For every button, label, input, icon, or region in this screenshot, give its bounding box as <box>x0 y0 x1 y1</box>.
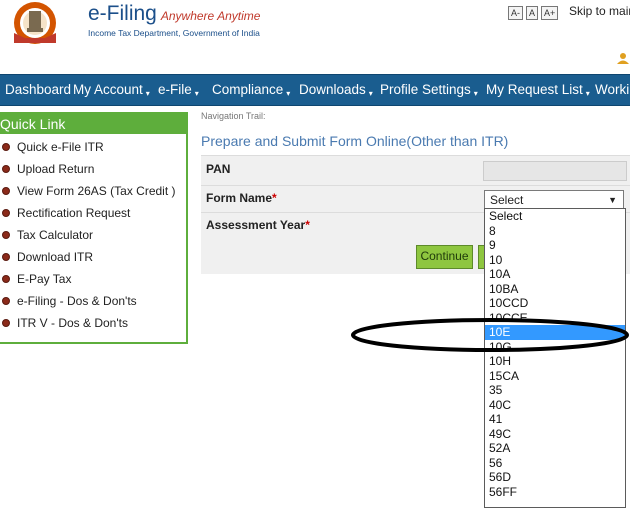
bullet-icon <box>2 186 10 195</box>
quick-link-item[interactable]: E-Pay Tax <box>0 272 71 292</box>
dropdown-option[interactable]: Select <box>485 209 625 224</box>
form-name-label: Form Name* <box>206 191 277 205</box>
quick-link-label: e-Filing - Dos & Don'ts <box>17 294 137 308</box>
pan-field <box>483 161 627 181</box>
nav-downloads[interactable]: Downloads ▾ <box>299 75 373 105</box>
nav-my-account-label: My Account <box>73 82 143 97</box>
bullet-icon <box>2 230 10 239</box>
quick-link-label: View Form 26AS (Tax Credit ) <box>17 184 176 198</box>
dropdown-option[interactable]: 10CCD <box>485 296 625 311</box>
required-marker: * <box>272 191 277 205</box>
nav-dashboard[interactable]: Dashboard <box>5 75 71 105</box>
user-icon[interactable] <box>617 52 629 64</box>
quick-link-item[interactable]: View Form 26AS (Tax Credit ) <box>0 184 176 204</box>
dropdown-option[interactable]: 56D <box>485 470 625 485</box>
quick-link-title: Quick Link <box>0 114 186 134</box>
dropdown-option[interactable]: 56FF <box>485 485 625 500</box>
brand-tagline: Anywhere Anytime <box>160 9 261 23</box>
quick-link-panel: Quick Link Quick e-File ITR Upload Retur… <box>0 112 188 344</box>
quick-link-item[interactable]: e-Filing - Dos & Don'ts <box>0 294 137 314</box>
nav-compliance-label: Compliance <box>212 82 284 97</box>
nav-profile-settings[interactable]: Profile Settings ▾ <box>380 75 478 105</box>
caret-down-icon: ▾ <box>286 89 291 98</box>
income-tax-department-emblem-logo <box>14 2 56 44</box>
quick-link-label: Upload Return <box>17 162 95 176</box>
quick-link-label: Tax Calculator <box>17 228 94 242</box>
nav-dashboard-label: Dashboard <box>5 82 72 97</box>
assessment-year-label-text: Assessment Year <box>206 218 306 232</box>
quick-link-item[interactable]: Upload Return <box>0 162 94 182</box>
continue-button[interactable]: Continue <box>416 245 473 269</box>
dropdown-option[interactable]: 41 <box>485 412 625 427</box>
assessment-year-label: Assessment Year* <box>206 218 310 232</box>
form-name-label-text: Form Name <box>206 191 273 205</box>
brand-title: e-Filing <box>88 2 157 25</box>
dropdown-option[interactable]: 56 <box>485 456 625 471</box>
required-marker: * <box>305 218 310 232</box>
quick-link-item[interactable]: Tax Calculator <box>0 228 93 248</box>
dropdown-option[interactable]: 35 <box>485 383 625 398</box>
nav-downloads-label: Downloads <box>299 82 366 97</box>
quick-link-item[interactable]: Rectification Request <box>0 206 130 226</box>
nav-profile-settings-label: Profile Settings <box>380 82 471 97</box>
bullet-icon <box>2 142 10 151</box>
bullet-icon <box>2 274 10 283</box>
nav-compliance[interactable]: Compliance ▾ <box>212 75 290 105</box>
caret-down-icon: ▾ <box>368 89 373 98</box>
brand-subtitle: Income Tax Department, Government of Ind… <box>88 28 260 38</box>
bullet-icon <box>2 318 10 327</box>
caret-down-icon: ▾ <box>194 89 199 98</box>
nav-worklist-label: Worki <box>595 82 630 97</box>
form-name-dropdown-list: Select 8 9 10 10A 10BA 10CCD 10CCE 10E 1… <box>484 208 626 508</box>
dropdown-option[interactable]: 8 <box>485 224 625 239</box>
pan-label: PAN <box>206 162 231 176</box>
nav-my-account[interactable]: My Account ▾ <box>73 75 150 105</box>
caret-down-icon: ▾ <box>585 89 590 98</box>
nav-worklist[interactable]: Worki <box>595 75 629 105</box>
quick-link-item[interactable]: Download ITR <box>0 250 93 270</box>
nav-e-file-label: e-File <box>158 82 192 97</box>
bullet-icon <box>2 208 10 217</box>
page-title: Prepare and Submit Form Online(Other tha… <box>201 133 509 149</box>
font-increase-button[interactable]: A+ <box>541 6 559 20</box>
form-name-select[interactable]: Select ▼ <box>484 190 624 210</box>
dropdown-option[interactable]: 9 <box>485 238 625 253</box>
caret-down-icon: ▾ <box>473 89 478 98</box>
dropdown-option[interactable]: 10BA <box>485 282 625 297</box>
form-name-select-value: Select <box>490 193 524 207</box>
brand: e-Filing Anywhere Anytime <box>88 2 260 26</box>
main-navigation-bar: Dashboard My Account ▾ e-File ▾ Compliance… <box>0 74 630 106</box>
dropdown-option[interactable]: 49C <box>485 427 625 442</box>
navigation-trail: Navigation Trail: <box>201 111 266 121</box>
font-decrease-button[interactable]: A- <box>508 6 523 20</box>
quick-link-label: Rectification Request <box>17 206 131 220</box>
dropdown-option[interactable]: 15CA <box>485 369 625 384</box>
font-size-controls: A- A A+ <box>508 6 559 20</box>
dropdown-option[interactable]: 52A <box>485 441 625 456</box>
nav-my-request-list-label: My Request List <box>486 82 583 97</box>
dropdown-option[interactable]: 10 <box>485 253 625 268</box>
dropdown-arrow-icon: ▼ <box>608 195 617 205</box>
quick-link-label: ITR V - Dos & Don'ts <box>17 316 128 330</box>
quick-link-label: Download ITR <box>17 250 94 264</box>
bullet-icon <box>2 296 10 305</box>
quick-link-label: E-Pay Tax <box>17 272 72 286</box>
caret-down-icon: ▾ <box>145 89 150 98</box>
dropdown-option[interactable]: 40C <box>485 398 625 413</box>
nav-my-request-list[interactable]: My Request List ▾ <box>486 75 590 105</box>
quick-link-item[interactable]: ITR V - Dos & Don'ts <box>0 316 128 336</box>
font-normal-button[interactable]: A <box>526 6 539 20</box>
bullet-icon <box>2 164 10 173</box>
bullet-icon <box>2 252 10 261</box>
dropdown-option[interactable]: 10A <box>485 267 625 282</box>
pan-row: PAN <box>201 156 630 186</box>
quick-link-label: Quick e-File ITR <box>17 140 104 154</box>
annotation-ellipse <box>351 318 629 352</box>
quick-link-item[interactable]: Quick e-File ITR <box>0 140 104 160</box>
dropdown-option[interactable]: 10H <box>485 354 625 369</box>
skip-to-main-link[interactable]: Skip to main <box>569 4 630 18</box>
nav-e-file[interactable]: e-File ▾ <box>158 75 199 105</box>
